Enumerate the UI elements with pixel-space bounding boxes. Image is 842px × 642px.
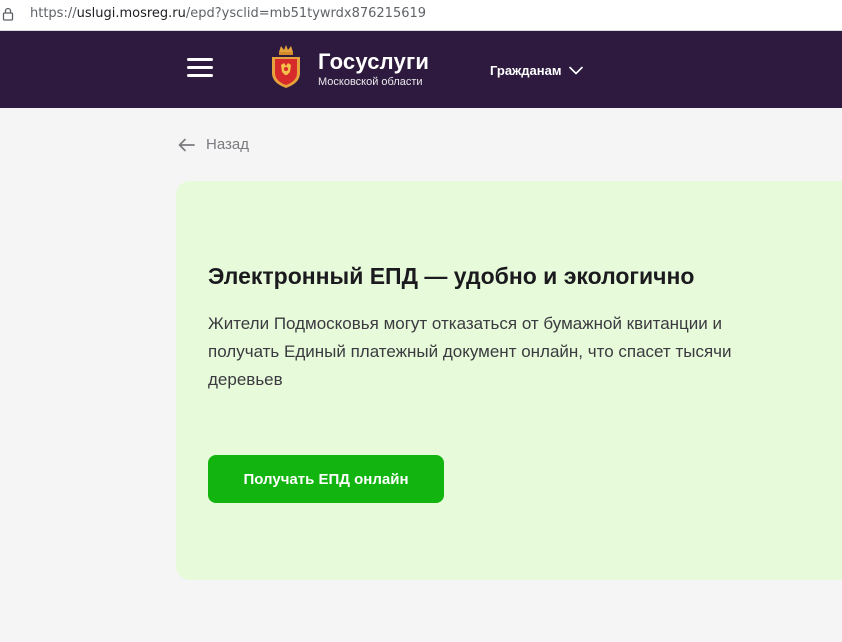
get-epd-online-button[interactable]: Получать ЕПД онлайн [208, 455, 444, 503]
brand-subtitle: Московской области [318, 76, 423, 88]
coat-of-arms-icon[interactable] [270, 43, 302, 89]
url-text[interactable]: https://uslugi.mosreg.ru/epd?ysclid=mb51… [30, 6, 426, 21]
nav-citizens-dropdown[interactable]: Гражданам [490, 63, 584, 78]
site-header: Госуслуги Московской области Гражданам [0, 31, 842, 108]
url-domain: uslugi.mosreg.ru [76, 6, 186, 21]
arrow-left-icon [178, 138, 195, 151]
chevron-down-icon [569, 66, 584, 75]
card-title: Электронный ЕПД — удобно и экологично [208, 263, 695, 289]
back-link[interactable]: Назад [178, 136, 249, 153]
back-label: Назад [206, 136, 249, 153]
hamburger-menu-icon[interactable] [187, 56, 215, 80]
brand-title[interactable]: Госуслуги [318, 49, 429, 75]
lock-icon [2, 7, 14, 21]
card-description: Жители Подмосковья могут отказаться от б… [208, 314, 732, 389]
epd-promo-card: Электронный ЕПД — удобно и экологично Жи… [176, 181, 842, 580]
url-prefix: https:// [30, 6, 77, 21]
url-path: /epd?ysclid=mb51tywrdx876215619 [185, 6, 427, 21]
nav-citizens-label: Гражданам [490, 63, 562, 78]
browser-address-bar[interactable]: https://uslugi.mosreg.ru/epd?ysclid=mb51… [0, 0, 842, 31]
